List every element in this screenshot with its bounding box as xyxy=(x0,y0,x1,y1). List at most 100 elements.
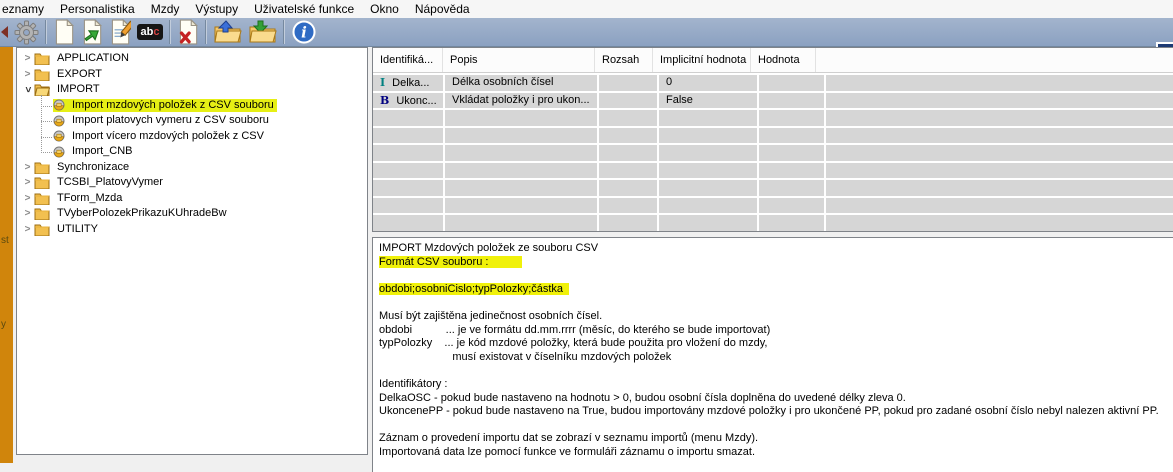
column-header-popis[interactable]: Popis xyxy=(443,48,595,72)
tree-item-label[interactable]: TVyberPolozekPrikazuKUhradeBw xyxy=(54,207,230,220)
tree-item-synchronizace[interactable]: > Synchronizace xyxy=(17,160,367,176)
description-line: UkoncenePP - pokud bude nastaveno na Tru… xyxy=(379,405,1173,419)
chevron-expanded-icon[interactable]: > xyxy=(22,83,33,96)
table-cell[interactable]: 0 xyxy=(659,75,757,91)
chevron-collapsed-icon[interactable]: > xyxy=(21,177,34,188)
table-cell xyxy=(759,163,824,179)
menu-item-mzdy[interactable]: Mzdy xyxy=(143,0,188,18)
table-cell[interactable] xyxy=(759,75,824,91)
tree-guide-line xyxy=(41,106,52,107)
table-cell[interactable]: Délka osobních čísel xyxy=(445,75,597,91)
tree-item-label[interactable]: Import platovych vymeru z CSV souboru xyxy=(69,114,272,127)
tree-item-label[interactable]: Synchronizace xyxy=(54,161,132,174)
description-panel: IMPORT Mzdových položek ze souboru CSVFo… xyxy=(372,237,1173,472)
tree-item-label[interactable]: UTILITY xyxy=(54,223,101,236)
table-cell[interactable]: False xyxy=(659,93,757,109)
table-cell xyxy=(826,93,1173,109)
table-cell xyxy=(373,198,443,214)
function-icon xyxy=(53,146,65,158)
table-cell[interactable]: IDelka... xyxy=(373,75,443,91)
table-cell[interactable]: BUkonc... xyxy=(373,93,443,109)
folder-icon xyxy=(34,68,50,81)
menu-item-v-stupy[interactable]: Výstupy xyxy=(187,0,246,18)
gear-button[interactable] xyxy=(11,18,42,46)
tree-item-label[interactable]: Import vícero mzdových položek z CSV xyxy=(69,130,267,143)
chevron-collapsed-icon[interactable]: > xyxy=(21,193,34,204)
function-tree: > APPLICATION > EXPORT > IMPORT Import mzdovýc… xyxy=(17,48,367,237)
svg-text:i: i xyxy=(301,24,307,42)
parameters-grid: IDelka...Délka osobních čísel 0 BUkonc...V… xyxy=(373,75,1173,231)
column-header-filler[interactable] xyxy=(816,48,1173,72)
table-cell[interactable] xyxy=(599,75,657,91)
tree-item-content: Synchronizace xyxy=(34,161,132,174)
column-header-identifik[interactable]: Identifiká... xyxy=(373,48,443,72)
table-cell xyxy=(373,180,443,196)
tree-item-import-mzdov-ch-polo-ek-z-csv-souboru[interactable]: Import mzdových položek z CSV souboru xyxy=(17,98,367,114)
edit-document-button[interactable] xyxy=(106,18,134,46)
tree-item-label[interactable]: Import_CNB xyxy=(69,145,136,158)
table-cell xyxy=(759,110,824,126)
toolbar: abc xyxy=(0,18,1173,47)
table-cell xyxy=(445,110,597,126)
function-icon xyxy=(53,130,65,142)
description-line: typPolozky ... je kód mzdové položky, kt… xyxy=(379,337,1173,351)
table-cell xyxy=(373,215,443,231)
menu-item-personalistika[interactable]: Personalistika xyxy=(52,0,143,18)
description-line: obdobi;osobniCislo;typPolozky;částka xyxy=(379,283,1173,297)
tree-item-label[interactable]: TCSBI_PlatovyVymer xyxy=(54,176,166,189)
column-header-rozsah[interactable]: Rozsah xyxy=(595,48,653,72)
docked-panel-strip[interactable]: st y xyxy=(0,47,13,463)
column-header-implicitn-hodnota[interactable]: Implicitní hodnota xyxy=(653,48,751,72)
folder-icon xyxy=(34,223,50,236)
tree-item-import-v-cero-mzdov-ch-polo-ek-z-csv[interactable]: Import vícero mzdových položek z CSV xyxy=(17,129,367,145)
tree-item-label[interactable]: Import mzdových položek z CSV souboru xyxy=(69,99,277,112)
table-cell[interactable] xyxy=(759,93,824,109)
tree-item-import-platovych-vymeru-z-csv-souboru[interactable]: Import platovych vymeru z CSV souboru xyxy=(17,113,367,129)
tree-item-tform-mzda[interactable]: > TForm_Mzda xyxy=(17,191,367,207)
table-cell[interactable] xyxy=(599,93,657,109)
tree-item-import[interactable]: > IMPORT xyxy=(17,82,367,98)
menu-item-eznamy[interactable]: eznamy xyxy=(2,0,52,18)
tree-item-tvyberpolozekprikazukuhradebw[interactable]: > TVyberPolozekPrikazuKUhradeBw xyxy=(17,206,367,222)
strip-text-fragment: y xyxy=(1,319,6,330)
column-header-hodnota[interactable]: Hodnota xyxy=(751,48,816,72)
new-document-button[interactable] xyxy=(50,18,78,46)
info-button[interactable]: i xyxy=(288,18,320,46)
tree-item-label[interactable]: APPLICATION xyxy=(54,52,132,65)
description-line: musí existovat v číselníku mzdových polo… xyxy=(379,351,1173,365)
table-cell xyxy=(599,128,657,144)
tree-item-application[interactable]: > APPLICATION xyxy=(17,51,367,67)
tree-item-label[interactable]: TForm_Mzda xyxy=(54,192,125,205)
tree-item-tcsbi-platovyvymer[interactable]: > TCSBI_PlatovyVymer xyxy=(17,175,367,191)
chevron-collapsed-icon[interactable]: > xyxy=(21,69,34,80)
chevron-collapsed-icon[interactable]: > xyxy=(21,208,34,219)
abc-label: ab xyxy=(141,26,154,38)
tree-item-label[interactable]: EXPORT xyxy=(54,68,105,81)
abc-c-label: c xyxy=(153,26,159,38)
table-cell xyxy=(826,145,1173,161)
chevron-collapsed-icon[interactable]: > xyxy=(21,53,34,64)
execute-document-button[interactable] xyxy=(78,18,106,46)
highlighted-text: obdobi;osobniCislo;typPolozky;částka xyxy=(379,283,569,295)
tree-item-import-cnb[interactable]: Import_CNB xyxy=(17,144,367,160)
tree-item-utility[interactable]: > UTILITY xyxy=(17,222,367,238)
chevron-collapsed-icon[interactable]: > xyxy=(21,224,34,235)
table-cell xyxy=(759,180,824,196)
description-line: IMPORT Mzdových položek ze souboru CSV xyxy=(379,242,1173,256)
menu-bar: eznamyPersonalistikaMzdyVýstupyUživatels… xyxy=(0,0,1173,18)
table-cell[interactable]: Vkládat položky i pro ukon... xyxy=(445,93,597,109)
toolbar-scroll-left-icon[interactable] xyxy=(1,26,8,38)
table-cell xyxy=(826,128,1173,144)
folder-export-button[interactable] xyxy=(245,18,280,46)
menu-item-okno[interactable]: Okno xyxy=(362,0,407,18)
menu-item-u-ivatelsk-funkce[interactable]: Uživatelské funkce xyxy=(246,0,362,18)
delete-document-button[interactable] xyxy=(174,18,202,46)
menu-item-n-pov-da[interactable]: Nápověda xyxy=(407,0,478,18)
tree-guide-line xyxy=(41,152,52,153)
strip-text-fragment: st xyxy=(1,235,9,246)
tree-item-label[interactable]: IMPORT xyxy=(54,83,103,96)
rename-button[interactable]: abc xyxy=(134,18,166,46)
chevron-collapsed-icon[interactable]: > xyxy=(21,162,34,173)
tree-item-export[interactable]: > EXPORT xyxy=(17,67,367,83)
folder-import-button[interactable] xyxy=(210,18,245,46)
